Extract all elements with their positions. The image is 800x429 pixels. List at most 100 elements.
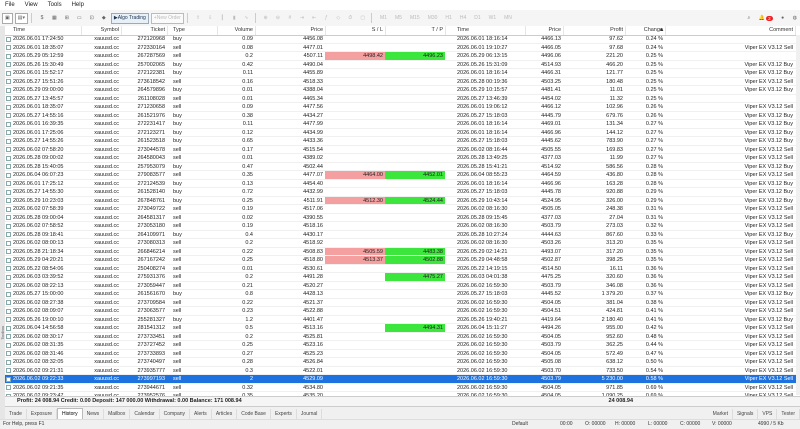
table-row[interactable]: 2026.05.28 09:18:41 xauusd.cc 264109971 buy… xyxy=(5,231,800,239)
new-order-button[interactable]: + New Order xyxy=(150,12,184,24)
tab-code-base[interactable]: Code Base xyxy=(237,409,271,419)
column-header-profit[interactable]: Profit xyxy=(563,26,625,35)
table-row[interactable]: 2026.06.02 08:27:38 xauusd.cc 273709584 sel… xyxy=(5,299,800,307)
timeframe-m15[interactable]: M15 xyxy=(407,13,423,24)
column-header-symbol[interactable]: Symbol xyxy=(81,26,121,35)
table-row[interactable]: 2026.05.29 10:23:03 xauusd.cc 267848761 buy… xyxy=(5,196,800,205)
table-row[interactable]: 2026.06.01 18:35:07 xauusd.cc 272330164 sel… xyxy=(5,44,800,52)
column-header-time[interactable]: Time xyxy=(11,26,81,35)
chart-candles-icon[interactable]: ▮ xyxy=(229,13,239,24)
profiles-icon[interactable]: ▤▾ xyxy=(14,12,28,24)
tab-news[interactable]: News xyxy=(83,409,105,419)
table-row[interactable]: 2026.06.02 08:22:13 xauusd.cc 273059447 sel… xyxy=(5,282,800,290)
table-row[interactable]: 2026.06.02 08:00:13 xauusd.cc 273080313 sel… xyxy=(5,239,800,248)
terminal-icon[interactable]: ▭ xyxy=(74,13,85,24)
table-row[interactable]: 2026.06.04 06:07:23 xauusd.cc 279083577 sel… xyxy=(5,171,800,180)
new-chart-icon[interactable]: ▣ xyxy=(2,12,13,24)
tab-vps[interactable]: VPS xyxy=(758,409,778,419)
table-row[interactable]: 2026.05.26 19:00:10 xauusd.cc 255281327 buy… xyxy=(5,316,800,324)
tab-calendar[interactable]: Calendar xyxy=(130,409,160,419)
table-row[interactable]: 2026.05.28 21:18:34 xauusd.cc 266846214 sel… xyxy=(5,247,800,256)
tab-exposure[interactable]: Exposure xyxy=(27,409,58,419)
table-row[interactable]: 2026.05.29 05:12:59 xauusd.cc 267287569 sel… xyxy=(5,52,800,61)
table-row[interactable]: 2026.06.01 16:39:35 xauusd.cc 272231417 buy… xyxy=(5,120,800,129)
navigator-icon[interactable]: ⊞ xyxy=(62,13,72,24)
period-icon[interactable]: ⏱ xyxy=(345,13,355,24)
tab-market[interactable]: Market xyxy=(709,409,733,419)
column-header-volume[interactable]: Volume xyxy=(217,26,255,35)
account-icon[interactable]: ● xyxy=(778,13,788,24)
table-row[interactable]: 2026.05.29 04:20:21 xauusd.cc 267167242 sel… xyxy=(5,256,800,265)
tab-tester[interactable]: Tester xyxy=(777,409,800,419)
table-row[interactable]: 2026.06.02 09:21:31 xauusd.cc 273935777 sel… xyxy=(5,367,800,375)
search-icon[interactable]: ⌕ xyxy=(744,13,754,24)
tab-mailbox[interactable]: Mailbox xyxy=(104,409,131,419)
table-row[interactable]: 2026.05.27 14:55:26 xauusd.cc 261523518 buy… xyxy=(5,137,800,146)
column-header-sl[interactable]: S / L xyxy=(325,26,385,35)
tab-experts[interactable]: Experts xyxy=(271,409,297,419)
menu-file[interactable]: File xyxy=(0,2,20,8)
table-row[interactable]: 2026.06.01 18:35:07 xauusd.cc 271230658 sel… xyxy=(5,103,800,112)
table-row[interactable]: 2026.06.02 08:32:05 xauusd.cc 273740497 sel… xyxy=(5,358,800,367)
zoom-out-icon[interactable]: ⊖ xyxy=(273,13,283,24)
table-row[interactable]: 2026.05.27 14:55:16 xauusd.cc 261521976 buy… xyxy=(5,112,800,120)
timeframe-d1[interactable]: D1 xyxy=(471,13,483,24)
column-header-type[interactable]: Type xyxy=(171,26,217,35)
column-header-comment[interactable]: Comment xyxy=(665,26,795,35)
timeframe-m1[interactable]: M1 xyxy=(377,13,390,24)
menu-tools[interactable]: Tools xyxy=(43,2,67,8)
grid-icon[interactable]: # xyxy=(285,13,295,24)
tab-articles[interactable]: Articles xyxy=(212,409,238,419)
tab-alerts[interactable]: Alerts xyxy=(190,409,212,419)
timeframe-h1[interactable]: H1 xyxy=(442,13,454,24)
buy-icon[interactable]: ⇧ xyxy=(193,13,203,24)
table-row[interactable]: 2026.06.03 03:39:52 xauusd.cc 275931376 sel… xyxy=(5,273,800,282)
timeframe-m30[interactable]: M30 xyxy=(425,13,441,24)
objects-icon[interactable]: ◇ xyxy=(333,13,343,24)
table-row[interactable]: 2026.06.02 08:30:17 xauusd.cc 273733451 sel… xyxy=(5,333,800,341)
notifications-icon[interactable]: 🔔 2 xyxy=(756,13,776,24)
zoom-in-icon[interactable]: ⊕ xyxy=(261,13,271,24)
table-row[interactable]: 2026.05.28 15:40:05 xauusd.cc 257953079 buy… xyxy=(5,163,800,171)
sell-icon[interactable]: ⇩ xyxy=(205,13,215,24)
column-header-tp[interactable]: T / P xyxy=(385,26,445,35)
table-row[interactable]: 2026.05.27 13:45:57 xauusd.cc 261108028 sel… xyxy=(5,95,800,103)
table-row[interactable]: 2026.06.04 14:56:58 xauusd.cc 281541312 sel… xyxy=(5,324,800,333)
table-row[interactable]: 2026.06.01 15:52:17 xauusd.cc 272122381 buy… xyxy=(5,69,800,78)
table-row[interactable]: 2026.06.02 07:58:20 xauusd.cc 273044578 sel… xyxy=(5,146,800,154)
market-watch-icon[interactable]: $ xyxy=(37,13,47,24)
timeframe-w1[interactable]: W1 xyxy=(486,13,500,24)
table-row[interactable]: 2026.06.01 17:24:50 xauusd.cc 272120968 buy… xyxy=(5,35,800,44)
tab-history[interactable]: History xyxy=(57,408,83,419)
table-row[interactable]: 2026.05.22 08:54:06 xauusd.cc 250408274 sel… xyxy=(5,265,800,273)
chart-shift-icon[interactable]: ⇤ xyxy=(309,13,319,24)
table-row[interactable]: 2026.06.01 17:25:12 xauusd.cc 272124539 buy… xyxy=(5,180,800,188)
metaeditor-icon[interactable]: ◆ xyxy=(99,13,109,24)
table-row[interactable]: 2026.06.02 09:22:33 xauusd.cc 273997193 sel… xyxy=(5,375,800,384)
table-row[interactable]: 2026.05.26 15:30:49 xauusd.cc 257002065 buy… xyxy=(5,61,800,69)
algo-trading-button[interactable]: ▶ Algo Trading xyxy=(110,12,149,24)
templates-icon[interactable]: ▢ xyxy=(357,13,368,24)
table-row[interactable]: 2026.06.02 07:58:39 xauusd.cc 273049722 sel… xyxy=(5,205,800,214)
timeframe-h4[interactable]: H4 xyxy=(457,13,469,24)
timeframe-m5[interactable]: M5 xyxy=(392,13,405,24)
tab-trade[interactable]: Trade xyxy=(5,409,27,419)
table-row[interactable]: 2026.06.01 17:25:06 xauusd.cc 272123271 buy… xyxy=(5,129,800,137)
table-row[interactable]: 2026.05.27 15:00:00 xauusd.cc 261561670 buy… xyxy=(5,290,800,299)
community-icon[interactable]: ◍ xyxy=(790,13,800,24)
data-window-icon[interactable]: ▦ xyxy=(49,13,60,24)
column-header-ticket[interactable]: Ticket xyxy=(121,26,167,35)
table-row[interactable]: 2026.05.28 09:00:02 xauusd.cc 264580043 sel… xyxy=(5,154,800,163)
tester-icon[interactable]: ⊡ xyxy=(87,13,97,24)
table-row[interactable]: 2026.06.02 07:58:52 xauusd.cc 273053180 sel… xyxy=(5,222,800,231)
indicators-icon[interactable]: ƒ xyxy=(321,13,331,24)
tab-journal[interactable]: Journal xyxy=(297,409,323,419)
table-row[interactable]: 2026.05.29 09:00:00 xauusd.cc 264579896 buy… xyxy=(5,86,800,95)
chart-line-icon[interactable]: ∿ xyxy=(241,13,251,24)
menu-help[interactable]: Help xyxy=(67,2,89,8)
column-header-close-time[interactable]: Time xyxy=(455,26,525,35)
timeframe-mn[interactable]: MN xyxy=(501,13,515,24)
table-row[interactable]: 2026.05.28 09:00:04 xauusd.cc 264581317 sel… xyxy=(5,214,800,222)
table-row[interactable]: 2026.06.02 08:31:35 xauusd.cc 273727452 sel… xyxy=(5,341,800,350)
chart-bars-icon[interactable]: ┃ xyxy=(217,13,227,24)
